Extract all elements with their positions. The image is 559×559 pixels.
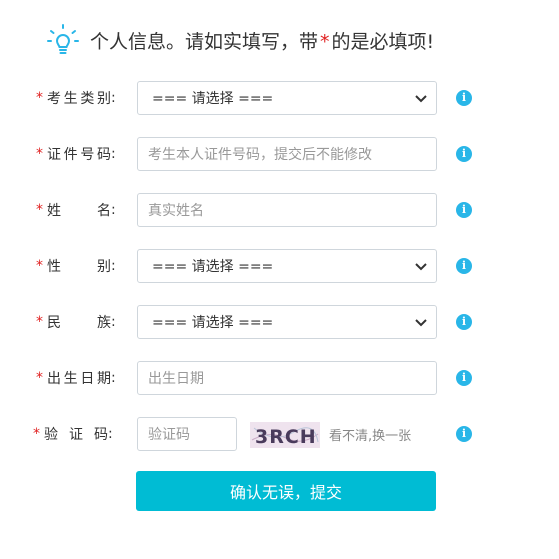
instruction-required-star: * [320,30,330,53]
required-mark: * [33,426,40,442]
info-icon[interactable]: i [456,370,472,386]
name-label-text: 姓 名 [47,200,111,220]
gender-select[interactable]: === 请选择 === [137,249,437,283]
captcha-refresh-link[interactable]: 看不清,换一张 [329,417,411,451]
row-gender: * 性 别 : === 请选择 === i [0,249,559,283]
label-char: 证 [69,427,83,443]
row-exam-type: * 考 生 类 别 : === 请选择 === i [0,81,559,115]
captcha-label: * 验 证 码 : [33,417,121,451]
label-colon: : [111,370,116,386]
ethnicity-label-text: 民 族 [47,312,111,332]
exam-type-select[interactable]: === 请选择 === [137,81,437,115]
captcha-placeholder: 验证码 [148,427,190,443]
exam-type-selected-value: === 请选择 === [152,91,274,107]
captcha-input[interactable]: 验证码 [137,417,237,451]
instruction-text-after: 的是必填项! [331,30,435,53]
label-colon: : [111,258,116,274]
label-char: 验 [44,427,58,443]
name-placeholder: 真实姓名 [148,203,204,219]
gender-label-text: 性 别 [47,256,111,276]
chevron-down-icon [415,263,427,271]
label-char: 考 [47,91,61,107]
label-char: 生 [63,371,78,387]
id-number-placeholder: 考生本人证件号码，提交后不能修改 [148,147,372,163]
gender-label: * 性 别 : [36,249,124,283]
label-char: 号 [80,147,95,163]
label-char: 日 [80,371,95,387]
ethnicity-selected-value: === 请选择 === [152,315,274,331]
info-icon[interactable]: i [456,258,472,274]
row-ethnicity: * 民 族 : === 请选择 === i [0,305,559,339]
row-birth-date: * 出 生 日 期 : 出生日期 i [0,361,559,395]
lightbulb-icon [47,24,79,54]
id-number-label: * 证 件 号 码 : [36,137,124,171]
label-colon: : [108,426,113,442]
label-colon: : [111,202,116,218]
exam-type-label-text: 考 生 类 别 [47,88,111,108]
label-char: 姓 [47,203,61,219]
label-char: 名 [97,203,111,219]
required-mark: * [36,146,43,162]
required-mark: * [36,258,43,274]
required-mark: * [36,90,43,106]
captcha-image[interactable]: 3RCH [250,422,320,448]
label-char: 性 [47,259,61,275]
row-captcha: * 验 证 码 : 验证码 3RCH 看不清,换一张 i [0,417,559,451]
required-mark: * [36,314,43,330]
required-mark: * [36,370,43,386]
label-char: 族 [97,315,111,331]
name-label: * 姓 名 : [36,193,124,227]
gender-selected-value: === 请选择 === [152,259,274,275]
birth-date-label-text: 出 生 日 期 [47,368,111,388]
form-header: 个人信息。请如实填写，带 * 的是必填项! [46,22,434,58]
captcha-image-text: 3RCH [255,426,317,448]
birth-date-label: * 出 生 日 期 : [36,361,124,395]
id-number-label-text: 证 件 号 码 [47,144,111,164]
label-char: 码 [96,147,111,163]
info-icon[interactable]: i [456,426,472,442]
row-id-number: * 证 件 号 码 : 考生本人证件号码，提交后不能修改 i [0,137,559,171]
label-char: 别 [96,91,111,107]
exam-type-label: * 考 生 类 别 : [36,81,124,115]
chevron-down-icon [415,319,427,327]
label-colon: : [111,314,116,330]
label-char: 出 [47,371,61,387]
label-colon: : [111,90,116,106]
submit-button[interactable]: 确认无误，提交 [136,471,436,511]
chevron-down-icon [415,95,427,103]
label-char: 民 [47,315,61,331]
required-mark: * [36,202,43,218]
label-char: 码 [94,427,108,443]
label-char: 件 [63,147,78,163]
birth-date-placeholder: 出生日期 [148,371,204,387]
label-char: 类 [80,91,95,107]
info-icon[interactable]: i [456,202,472,218]
instruction-text-before: 个人信息。请如实填写，带 [90,30,319,53]
captcha-label-text: 验 证 码 [44,424,108,444]
row-name: * 姓 名 : 真实姓名 i [0,193,559,227]
form-instruction: 个人信息。请如实填写，带 * 的是必填项! [90,27,434,54]
label-char: 证 [47,147,61,163]
birth-date-input[interactable]: 出生日期 [137,361,437,395]
info-icon[interactable]: i [456,90,472,106]
label-char: 期 [96,371,111,387]
ethnicity-select[interactable]: === 请选择 === [137,305,437,339]
label-char: 别 [97,259,111,275]
name-input[interactable]: 真实姓名 [137,193,437,227]
ethnicity-label: * 民 族 : [36,305,124,339]
id-number-input[interactable]: 考生本人证件号码，提交后不能修改 [137,137,437,171]
label-colon: : [111,146,116,162]
info-icon[interactable]: i [456,146,472,162]
label-char: 生 [63,91,78,107]
personal-info-form-page: 个人信息。请如实填写，带 * 的是必填项! * 考 生 类 别 : === 请选择 … [0,0,559,559]
info-icon[interactable]: i [456,314,472,330]
